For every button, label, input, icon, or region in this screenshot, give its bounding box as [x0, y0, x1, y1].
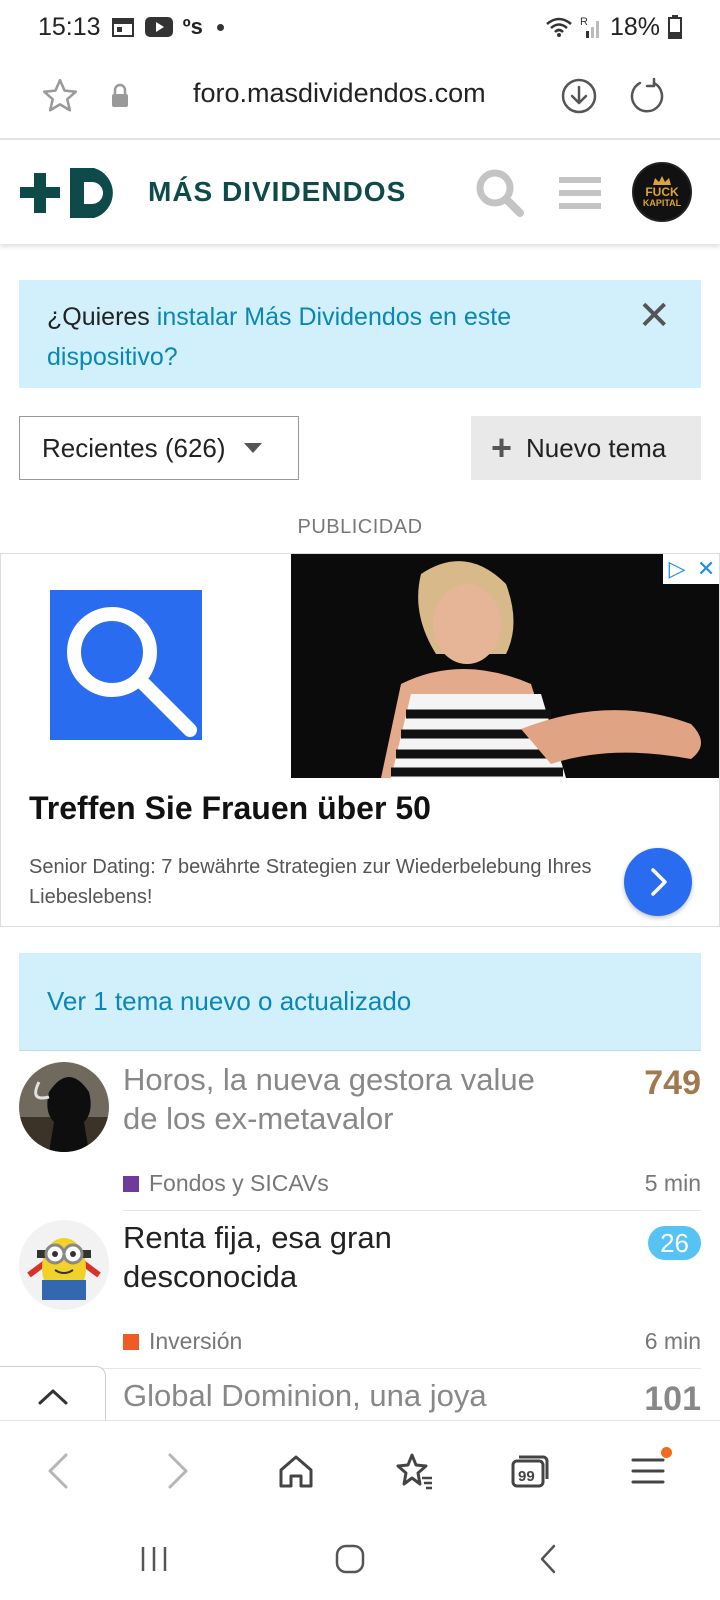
- chevron-up-icon: [38, 1389, 67, 1405]
- svg-text:R: R: [580, 16, 588, 28]
- topic-filter-label: Recientes (626): [42, 432, 226, 463]
- url-text[interactable]: foro.masdividendos.com: [193, 78, 486, 109]
- browser-menu-icon[interactable]: [618, 1445, 678, 1497]
- category-color-square: [123, 1175, 139, 1192]
- topic-reply-count[interactable]: 749: [644, 1064, 701, 1103]
- calendar-icon: [111, 16, 135, 38]
- new-topics-banner[interactable]: Ver 1 tema nuevo o actualizado: [19, 953, 701, 1051]
- topic-category[interactable]: Fondos y SICAVs: [123, 1170, 329, 1197]
- new-topic-label: Nuevo tema: [526, 432, 667, 463]
- home-icon[interactable]: [266, 1445, 326, 1497]
- chevron-right-icon[interactable]: [624, 848, 692, 916]
- site-header: MÁS DIVIDENDOS FUCK KAPITAL: [0, 140, 720, 244]
- topic-reply-count[interactable]: 101: [644, 1380, 701, 1419]
- lock-icon[interactable]: [98, 74, 142, 118]
- bookmark-star-icon[interactable]: [38, 74, 82, 118]
- avatar[interactable]: [19, 1220, 109, 1310]
- category-color-square: [123, 1333, 139, 1350]
- battery-percent: 18%: [609, 12, 660, 41]
- site-logo-text[interactable]: MÁS DIVIDENDOS: [148, 176, 406, 208]
- advertisement[interactable]: ▷ ✕ Treffen Sie Frauen über 50 Senior Da…: [0, 553, 720, 927]
- ad-description: Senior Dating: 7 bewährte Strategien zur…: [29, 856, 592, 908]
- topic-age: 5 min: [644, 1170, 701, 1196]
- topic-title[interactable]: Global Dominion, una joya: [123, 1376, 563, 1415]
- app-notification-icon: ºs: [182, 14, 203, 39]
- more-notifications-dot: [216, 23, 224, 31]
- avatar-text-line2: KAPITAL: [642, 198, 682, 208]
- svg-text:99: 99: [518, 1468, 535, 1485]
- wifi-icon: [546, 16, 572, 38]
- tabs-icon[interactable]: 99: [500, 1445, 560, 1497]
- user-avatar[interactable]: FUCK KAPITAL: [632, 162, 692, 222]
- install-prefix-text: ¿Quieres: [47, 303, 157, 331]
- recent-apps-icon[interactable]: [124, 1534, 184, 1584]
- ad-choices[interactable]: ▷ ✕: [663, 554, 719, 584]
- scroll-to-top-button[interactable]: [0, 1366, 106, 1426]
- notification-dot: [661, 1447, 672, 1458]
- avatar-text-line1: FUCK: [645, 185, 679, 199]
- topic-row[interactable]: Horos, la nueva gestora value de los ex-…: [19, 1050, 701, 1212]
- ad-image: ▷ ✕: [291, 554, 719, 778]
- bookmarks-icon[interactable]: [384, 1445, 444, 1497]
- topic-title[interactable]: Renta fija, esa gran desconocida: [123, 1218, 563, 1296]
- topic-age: 6 min: [644, 1328, 701, 1354]
- ad-label: PUBLICIDAD: [297, 516, 423, 538]
- ad-close-icon[interactable]: ✕: [697, 556, 715, 582]
- topic-category-label: Inversión: [149, 1328, 243, 1354]
- topic-filter-dropdown[interactable]: Recientes (626): [19, 416, 299, 480]
- topic-row[interactable]: Global Dominion, una joya 101: [19, 1366, 701, 1420]
- battery-icon: [668, 15, 682, 39]
- topic-category-label: Fondos y SICAVs: [149, 1170, 329, 1196]
- topic-reply-count: 26: [648, 1226, 701, 1260]
- search-icon[interactable]: [472, 166, 528, 220]
- system-back-icon[interactable]: [518, 1534, 578, 1584]
- adchoices-icon[interactable]: ▷: [669, 556, 686, 582]
- new-topic-button[interactable]: + Nuevo tema: [471, 416, 701, 480]
- topic-new-posts-badge[interactable]: 26: [648, 1222, 701, 1261]
- status-time: 15:13: [38, 12, 101, 41]
- browser-url-bar: foro.masdividendos.com: [0, 54, 720, 140]
- site-logo-mark[interactable]: [20, 166, 126, 225]
- ad-search-logo: [50, 590, 202, 740]
- install-app-banner: ¿Quieres instalar Más Dividendos en este…: [19, 280, 701, 388]
- plus-icon: +: [491, 427, 513, 468]
- avatar[interactable]: [19, 1062, 109, 1152]
- youtube-icon: [144, 17, 173, 37]
- back-icon[interactable]: [28, 1445, 88, 1497]
- topic-title[interactable]: Horos, la nueva gestora value de los ex-…: [123, 1060, 563, 1138]
- topic-category[interactable]: Inversión: [123, 1328, 242, 1355]
- system-home-icon[interactable]: [320, 1534, 380, 1584]
- status-bar: 15:13 ºs R 18%: [0, 0, 720, 54]
- hamburger-menu-icon[interactable]: [552, 166, 608, 220]
- ad-title[interactable]: Treffen Sie Frauen über 50: [29, 790, 431, 827]
- browser-bottom-bar: 99: [0, 1420, 720, 1516]
- system-navigation-bar: [0, 1516, 720, 1600]
- download-icon[interactable]: [557, 74, 601, 118]
- reload-icon[interactable]: [625, 74, 669, 118]
- chevron-down-icon: [243, 443, 262, 453]
- forward-icon[interactable]: [148, 1445, 208, 1497]
- signal-icon: R: [580, 15, 602, 39]
- close-icon[interactable]: ✕: [637, 296, 671, 336]
- topic-row[interactable]: Renta fija, esa gran desconocida 26 Inve…: [19, 1208, 701, 1369]
